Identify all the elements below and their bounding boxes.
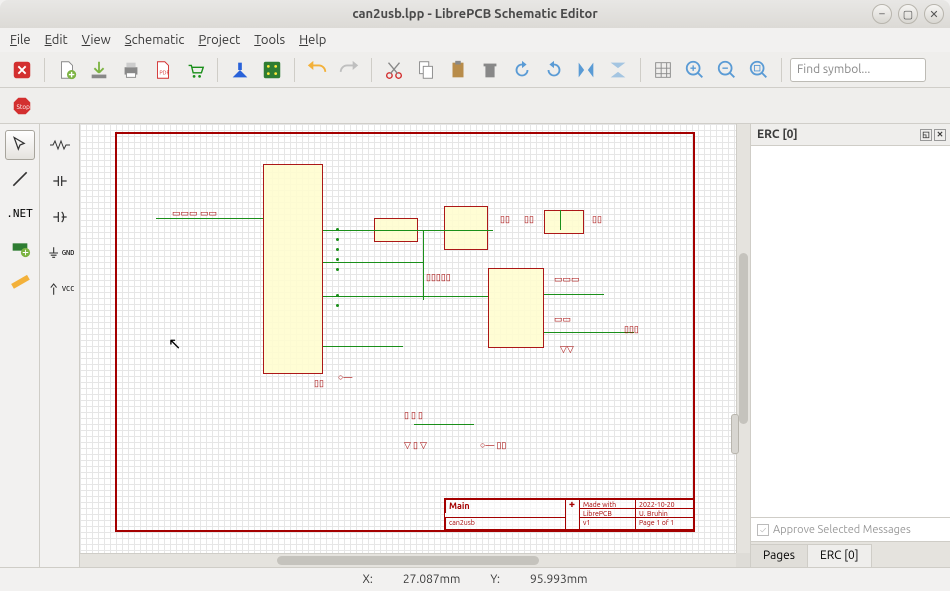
maximize-button[interactable]: ▢ bbox=[898, 4, 918, 24]
erc-approve-row: ✓ Approve Selected Messages bbox=[751, 517, 950, 541]
netlabel-tool[interactable]: .NET bbox=[5, 198, 35, 228]
menu-bar: File Edit View Schematic Project Tools H… bbox=[0, 28, 950, 52]
component-c3[interactable]: ▯▯ bbox=[524, 214, 534, 225]
component-c4[interactable]: ▯▯ bbox=[592, 214, 602, 225]
ic-u5[interactable] bbox=[488, 268, 544, 348]
svg-text:Stop: Stop bbox=[17, 102, 31, 110]
mirror-h-button[interactable] bbox=[572, 56, 600, 84]
export-pdf-button[interactable]: PDF bbox=[149, 56, 177, 84]
component-g1[interactable]: ▯ ▯ ▯ bbox=[404, 410, 423, 421]
title-block: Main ✚ Made with LibrePCB 2022-10-20 U. … bbox=[444, 498, 694, 530]
abort-button[interactable]: Stop bbox=[8, 92, 36, 120]
window-titlebar: can2usb.lpp - LibrePCB Schematic Editor … bbox=[0, 0, 950, 28]
menu-help[interactable]: Help bbox=[299, 33, 326, 47]
right-panel: ERC [0] ◱ ✕ ✓ Approve Selected Messages … bbox=[750, 124, 950, 567]
component-d1[interactable]: ▽▽ bbox=[560, 344, 574, 355]
close-project-button[interactable] bbox=[8, 56, 36, 84]
status-x-label: X: bbox=[363, 573, 373, 586]
copy-button[interactable] bbox=[412, 56, 440, 84]
find-symbol-input[interactable]: Find symbol... bbox=[790, 58, 926, 82]
delete-button[interactable] bbox=[476, 56, 504, 84]
splitter-handle[interactable] bbox=[731, 414, 739, 454]
resistor-button[interactable] bbox=[45, 130, 75, 160]
status-bar: X: 27.087mm Y: 95.993mm bbox=[0, 567, 950, 591]
ic-u3[interactable] bbox=[444, 206, 488, 250]
menu-project[interactable]: Project bbox=[198, 33, 240, 47]
redo-button[interactable] bbox=[335, 56, 363, 84]
component-g2[interactable]: ▽ ▯ ▽ bbox=[404, 440, 427, 451]
measure-tool[interactable] bbox=[5, 266, 35, 296]
ic-main[interactable] bbox=[263, 164, 323, 374]
minimize-button[interactable]: – bbox=[872, 4, 892, 24]
zoom-fit-button[interactable] bbox=[745, 56, 773, 84]
right-panel-tabs: Pages ERC [0] bbox=[751, 541, 950, 567]
canvas-scroll-vertical[interactable] bbox=[736, 124, 750, 553]
find-symbol-placeholder: Find symbol... bbox=[797, 63, 870, 76]
svg-text:PDF: PDF bbox=[159, 70, 169, 76]
menu-view[interactable]: View bbox=[82, 33, 111, 47]
cut-button[interactable] bbox=[380, 56, 408, 84]
component-c2[interactable]: ▯▯ bbox=[500, 214, 510, 225]
board-editor-button[interactable] bbox=[258, 56, 286, 84]
capacitor-pol-button[interactable] bbox=[45, 202, 75, 232]
control-panel-button[interactable] bbox=[226, 56, 254, 84]
component-r3[interactable]: ▭▭▭ bbox=[554, 274, 580, 285]
capacitor-button[interactable] bbox=[45, 166, 75, 196]
gnd-button[interactable]: GND bbox=[45, 238, 75, 268]
erc-panel-header: ERC [0] ◱ ✕ bbox=[751, 124, 950, 146]
component-r5[interactable]: ▯▯ bbox=[314, 378, 324, 389]
status-y-label: Y: bbox=[490, 573, 500, 586]
window-title: can2usb.lpp - LibrePCB Schematic Editor bbox=[352, 7, 597, 21]
erc-approve-label: Approve Selected Messages bbox=[773, 524, 911, 536]
panel-float-button[interactable]: ◱ bbox=[920, 129, 932, 141]
tab-pages[interactable]: Pages bbox=[751, 544, 808, 567]
tool-palette: .NET bbox=[0, 124, 40, 567]
erc-approve-checkbox[interactable]: ✓ bbox=[757, 524, 769, 536]
wire-tool[interactable] bbox=[5, 164, 35, 194]
main-toolbar: PDF Find symbol... bbox=[0, 52, 950, 88]
zoom-in-button[interactable] bbox=[681, 56, 709, 84]
canvas-scroll-horizontal[interactable] bbox=[80, 553, 736, 567]
component-r1[interactable]: ▭▭▭ bbox=[172, 208, 198, 219]
rotate-cw-button[interactable] bbox=[540, 56, 568, 84]
print-button[interactable] bbox=[117, 56, 145, 84]
schematic-canvas[interactable]: ▭▭▭ ▭▭ ▯▯▯▯▯ ▯▯ ▯▯ ▯▯ ▭▭▭ ▭▭ ▽▽ ▯▯▯ ▯▯ ○… bbox=[80, 124, 736, 553]
ic-u4[interactable] bbox=[544, 210, 584, 234]
component-j1[interactable]: ▯▯▯ bbox=[624, 324, 639, 335]
erc-panel-title: ERC [0] bbox=[757, 128, 798, 141]
component-g3[interactable]: ○— ▯▯ bbox=[480, 440, 506, 451]
close-button[interactable]: ✕ bbox=[924, 4, 944, 24]
new-button[interactable] bbox=[53, 56, 81, 84]
zoom-out-button[interactable] bbox=[713, 56, 741, 84]
rotate-ccw-button[interactable] bbox=[508, 56, 536, 84]
component-sw1[interactable]: ○— bbox=[338, 372, 352, 382]
menu-tools[interactable]: Tools bbox=[254, 33, 285, 47]
menu-schematic[interactable]: Schematic bbox=[125, 33, 185, 47]
tab-erc[interactable]: ERC [0] bbox=[808, 544, 872, 567]
component-palette: GND VCC bbox=[40, 124, 80, 567]
erc-message-list[interactable] bbox=[751, 146, 950, 517]
component-c1[interactable]: ▯▯▯▯▯ bbox=[426, 272, 451, 283]
status-y-value: 95.993mm bbox=[530, 573, 588, 586]
status-x-value: 27.087mm bbox=[403, 573, 461, 586]
grid-button[interactable] bbox=[649, 56, 677, 84]
mirror-v-button[interactable] bbox=[604, 56, 632, 84]
save-button[interactable] bbox=[85, 56, 113, 84]
secondary-toolbar: Stop bbox=[0, 88, 950, 124]
schematic-canvas-container: ▭▭▭ ▭▭ ▯▯▯▯▯ ▯▯ ▯▯ ▯▯ ▭▭▭ ▭▭ ▽▽ ▯▯▯ ▯▯ ○… bbox=[80, 124, 750, 567]
component-r2[interactable]: ▭▭ bbox=[200, 208, 217, 219]
select-tool[interactable] bbox=[5, 130, 35, 160]
panel-close-button[interactable]: ✕ bbox=[934, 129, 946, 141]
component-r4[interactable]: ▭▭ bbox=[554, 314, 571, 325]
vcc-button[interactable]: VCC bbox=[45, 274, 75, 304]
undo-button[interactable] bbox=[303, 56, 331, 84]
menu-edit[interactable]: Edit bbox=[45, 33, 68, 47]
order-pcb-button[interactable] bbox=[181, 56, 209, 84]
add-component-tool[interactable] bbox=[5, 232, 35, 262]
paste-button[interactable] bbox=[444, 56, 472, 84]
menu-file[interactable]: File bbox=[10, 33, 31, 47]
